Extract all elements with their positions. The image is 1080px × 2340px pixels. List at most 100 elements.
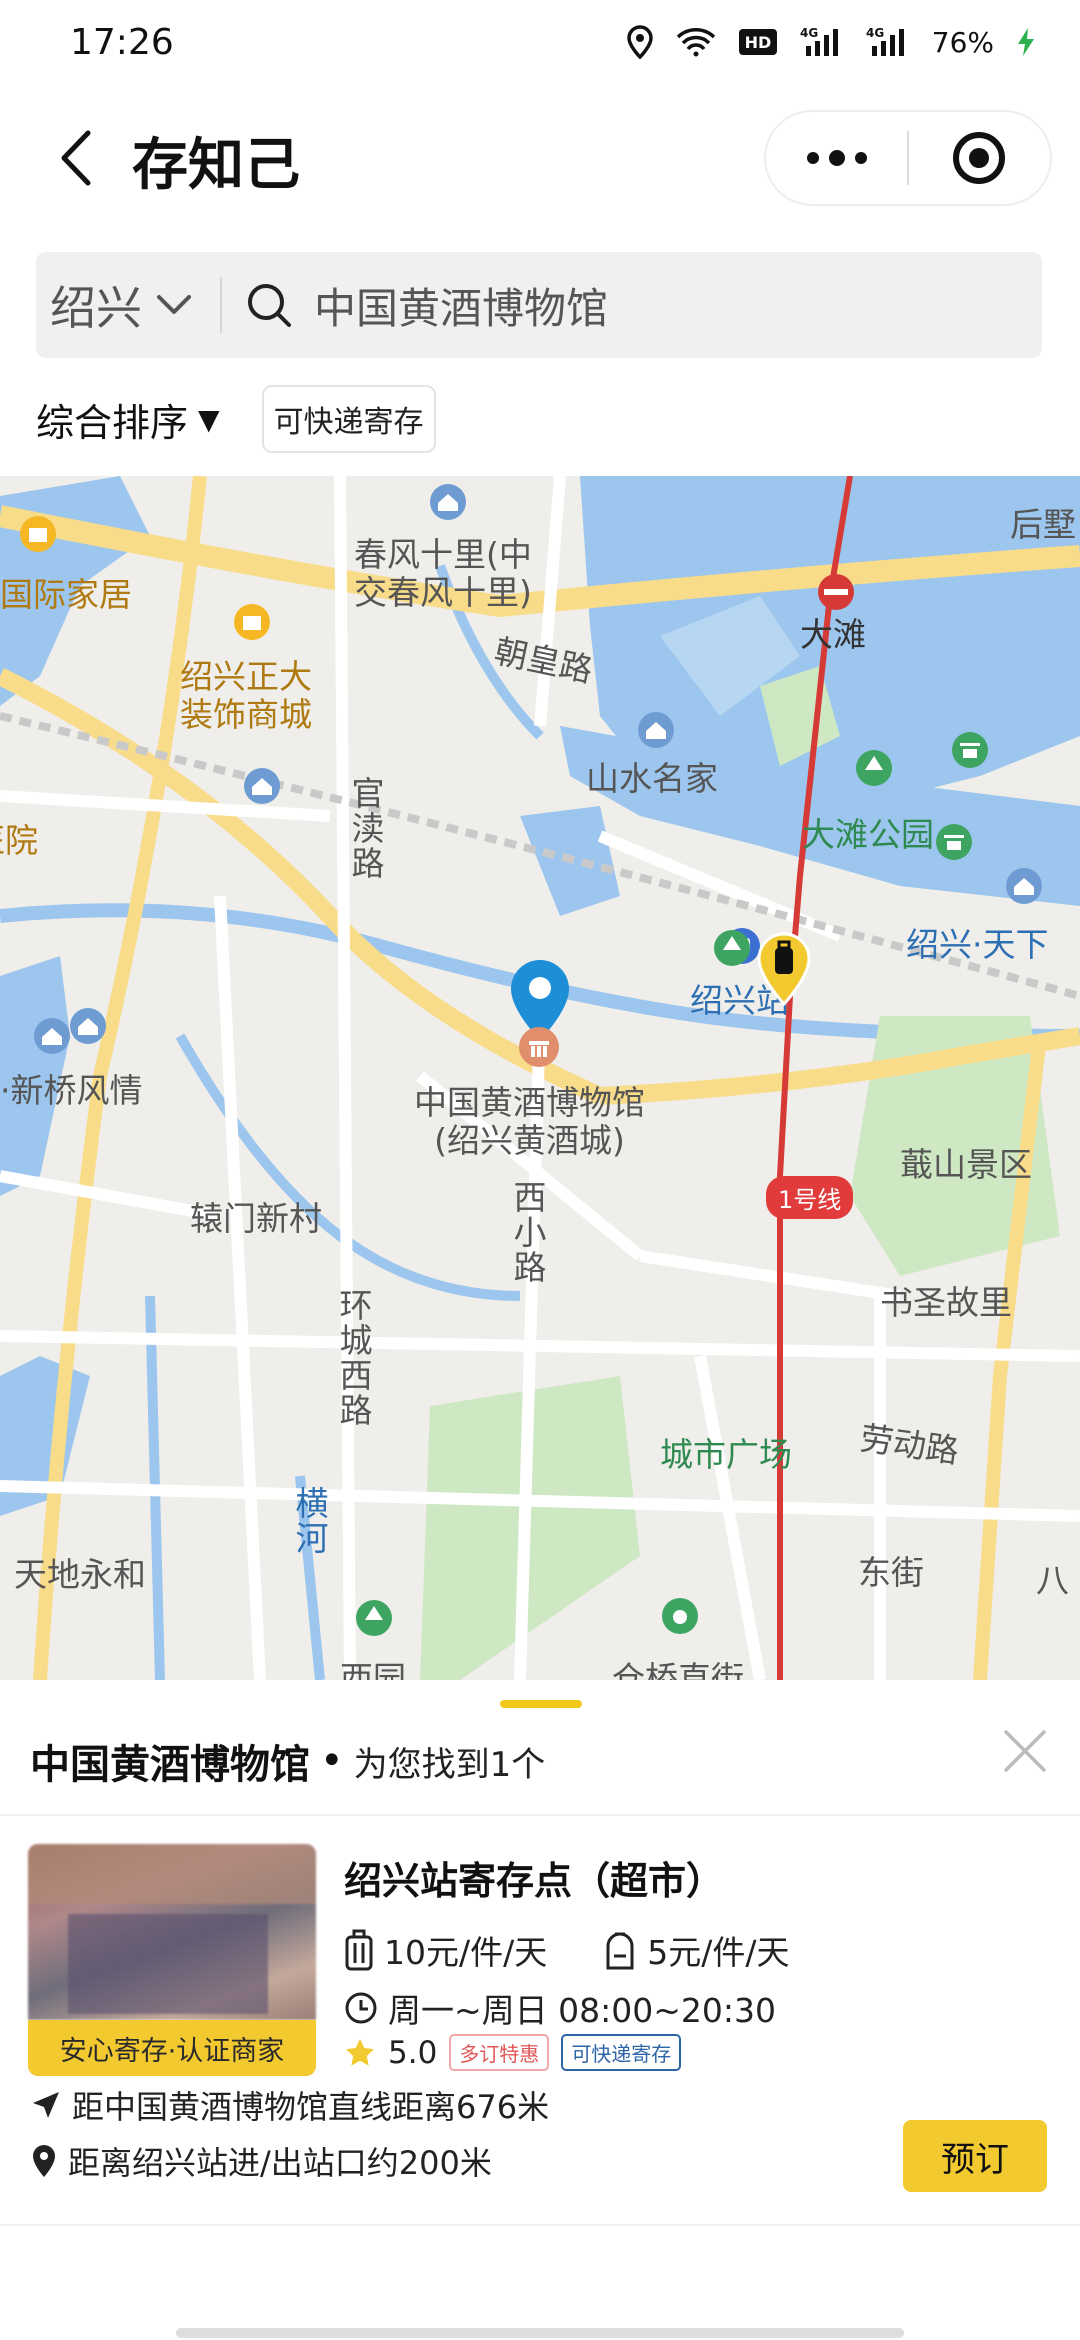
svg-text:HD: HD [744,33,771,52]
express-tag: 可快递寄存 [561,2034,682,2071]
suitcase-icon [345,1929,373,1971]
square-park-icon [714,930,750,966]
residential-poi-icon [430,484,466,520]
shop-poi-icon [20,516,56,552]
search-input[interactable] [314,280,1014,330]
triangle-down-icon: ▼ [198,402,220,436]
map-label-jinqiao: 仓桥直街 [612,1659,744,1680]
drag-handle[interactable] [500,1700,582,1708]
map-label-dashan: 大滩 [800,615,866,654]
city-label: 绍兴 [50,281,142,335]
close-mini-program-button[interactable] [909,112,1050,204]
results-sheet: 中国黄酒博物馆 • 为您找到1个 安心寄存·认证商家 绍兴站寄存点（超市） 10… [0,1680,1080,2340]
sheet-header: 中国黄酒博物馆 • 为您找到1个 [30,1732,545,1790]
card-divider [0,2224,1080,2226]
xiyuan-park-icon [356,1600,392,1636]
clock-icon [345,1992,377,2024]
svg-text:4G: 4G [800,26,818,40]
book-button[interactable]: 预订 [903,2120,1047,2192]
svg-text:4G: 4G [866,26,884,40]
page-title: 存知己 [132,133,300,198]
battery-level: 76% [931,25,994,59]
map-label-houye: 后墅 [1010,505,1076,544]
hours-row: 周一~周日 08:00~20:30 [344,1984,776,2032]
back-arrow-icon [61,130,91,186]
distance-station-text: 距离绍兴站进/出站口约200米 [68,2144,492,2182]
sheet-title: 中国黄酒博物馆 [30,1742,310,1788]
bag-price-text: 5元/件/天 [647,1933,790,1972]
luggage-price: 10元/件/天 [344,1926,547,1974]
metro-station-icon [818,574,854,610]
home-indicator[interactable] [176,2328,904,2338]
map-label-shanshui: 山水名家 [586,759,718,798]
luggage-marker-icon[interactable] [756,932,812,1006]
target-icon [953,132,1006,184]
wifi-icon [676,28,715,57]
storage-point-card[interactable]: 安心寄存·认证商家 绍兴站寄存点（超市） 10元/件/天 5元/件/天 周一~周… [0,1816,1080,2224]
price-row: 10元/件/天 5元/件/天 [344,1926,845,1974]
filter-row: 综合排序 ▼ 可快递寄存 [36,384,436,454]
distance-museum-text: 距中国黄酒博物馆直线距离676米 [72,2088,550,2126]
map-label-hengwhe: 横河 [289,1486,329,1556]
residential-poi-icon [244,768,280,804]
map-label-guoji: 国际家居 [0,575,132,614]
store-photo [28,1844,316,2020]
map-label-ba: 八 [1036,1561,1069,1600]
residential-poi-icon [1006,868,1042,904]
more-dots-icon [806,150,867,166]
map-label-tiandi: 天地永和 [14,1555,146,1594]
metro-line-badge: 1号线 [766,1176,854,1219]
more-button[interactable] [766,112,907,204]
tiandi-residential-icon [70,1008,106,1044]
location-icon [627,25,653,59]
charging-icon [1018,28,1034,56]
navigation-arrow-icon [33,2092,59,2118]
chevron-down-icon [157,295,191,314]
signal-4g-icon: 4G [800,26,838,56]
search-separator [220,277,222,333]
sort-dropdown[interactable]: 综合排序 ▼ [36,392,220,447]
sheet-dot: • [320,1738,344,1784]
result-count: 为您找到1个 [353,1744,546,1785]
express-storage-filter-chip[interactable]: 可快递寄存 [261,385,436,453]
back-button[interactable] [36,118,116,198]
status-time: 17:26 [70,21,174,63]
residential-poi-icon [34,1018,70,1054]
signal-4g-icon: 4G [866,26,904,56]
camera-poi-icon [662,1598,698,1634]
map-label-huancheng: 环城西路 [333,1288,373,1428]
bag-price: 5元/件/天 [603,1926,789,1974]
map-label-zhengda: 绍兴正大 装饰商城 [180,657,312,734]
shop-poi-icon [234,604,270,640]
distance-station-row: 距离绍兴站进/出站口约200米 [30,2138,492,2184]
map-label-xixiao: 西小路 [507,1180,547,1285]
shusheng-scenic-icon [936,824,972,860]
map-label-yuanmen: 辕门新村 [190,1199,322,1238]
map-label-chunfeng: 春风十里(中 交春风十里) [354,535,532,612]
hd-icon: HD [738,29,777,55]
map-label-dongjie: 东街 [858,1553,924,1592]
map-label-chengshi: 城市广场 [660,1435,792,1474]
map-label-museum: 中国黄酒博物馆 (绍兴黄酒城) [414,1083,645,1160]
nav-bar: 存知己 [0,100,1080,216]
star-icon [346,2038,374,2066]
close-icon[interactable] [1000,1726,1050,1776]
rating-value: 5.0 [388,2034,438,2071]
hours-text: 周一~周日 08:00~20:30 [388,1991,776,2030]
map-label-tianxia: 绍兴·天下 [906,925,1049,964]
jishan-scenic-icon [952,732,988,768]
park-poi-icon [856,750,892,786]
discount-tag: 多订特惠 [449,2034,550,2071]
map-label-xinqiao: ·新桥风情 [0,1071,143,1110]
map-view[interactable]: 春风十里(中 交春风十里) 国际家居 绍兴正大 装饰商城 朝皇路 山水名家 官渎… [0,476,1080,1680]
luggage-price-text: 10元/件/天 [384,1933,548,1972]
map-label-jishan: 蕺山景区 [900,1145,1032,1184]
residential-poi-icon [638,712,674,748]
map-label-xiyuan: 西园 [340,1659,406,1680]
location-pin-icon [33,2145,55,2177]
mini-program-capsule [764,110,1052,206]
search-icon [248,284,291,327]
map-label-shusheng: 书圣故里 [880,1283,1012,1322]
search-bar: 绍兴 [36,252,1042,358]
city-selector[interactable]: 绍兴 [36,252,220,358]
